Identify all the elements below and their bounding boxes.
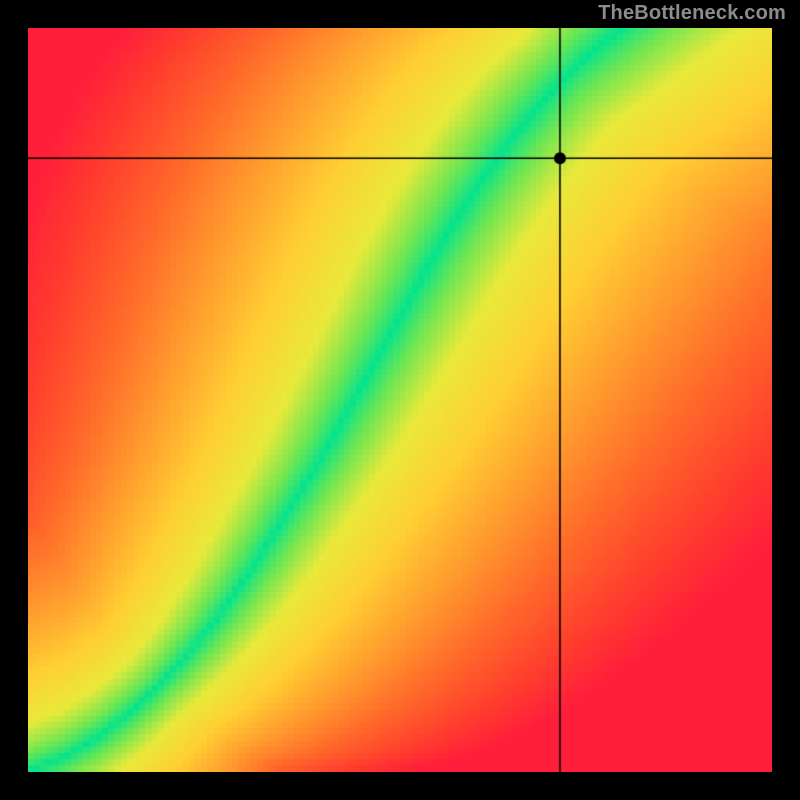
bottleneck-heatmap bbox=[28, 28, 772, 772]
chart-frame: TheBottleneck.com bbox=[0, 0, 800, 800]
watermark-label: TheBottleneck.com bbox=[598, 2, 786, 25]
